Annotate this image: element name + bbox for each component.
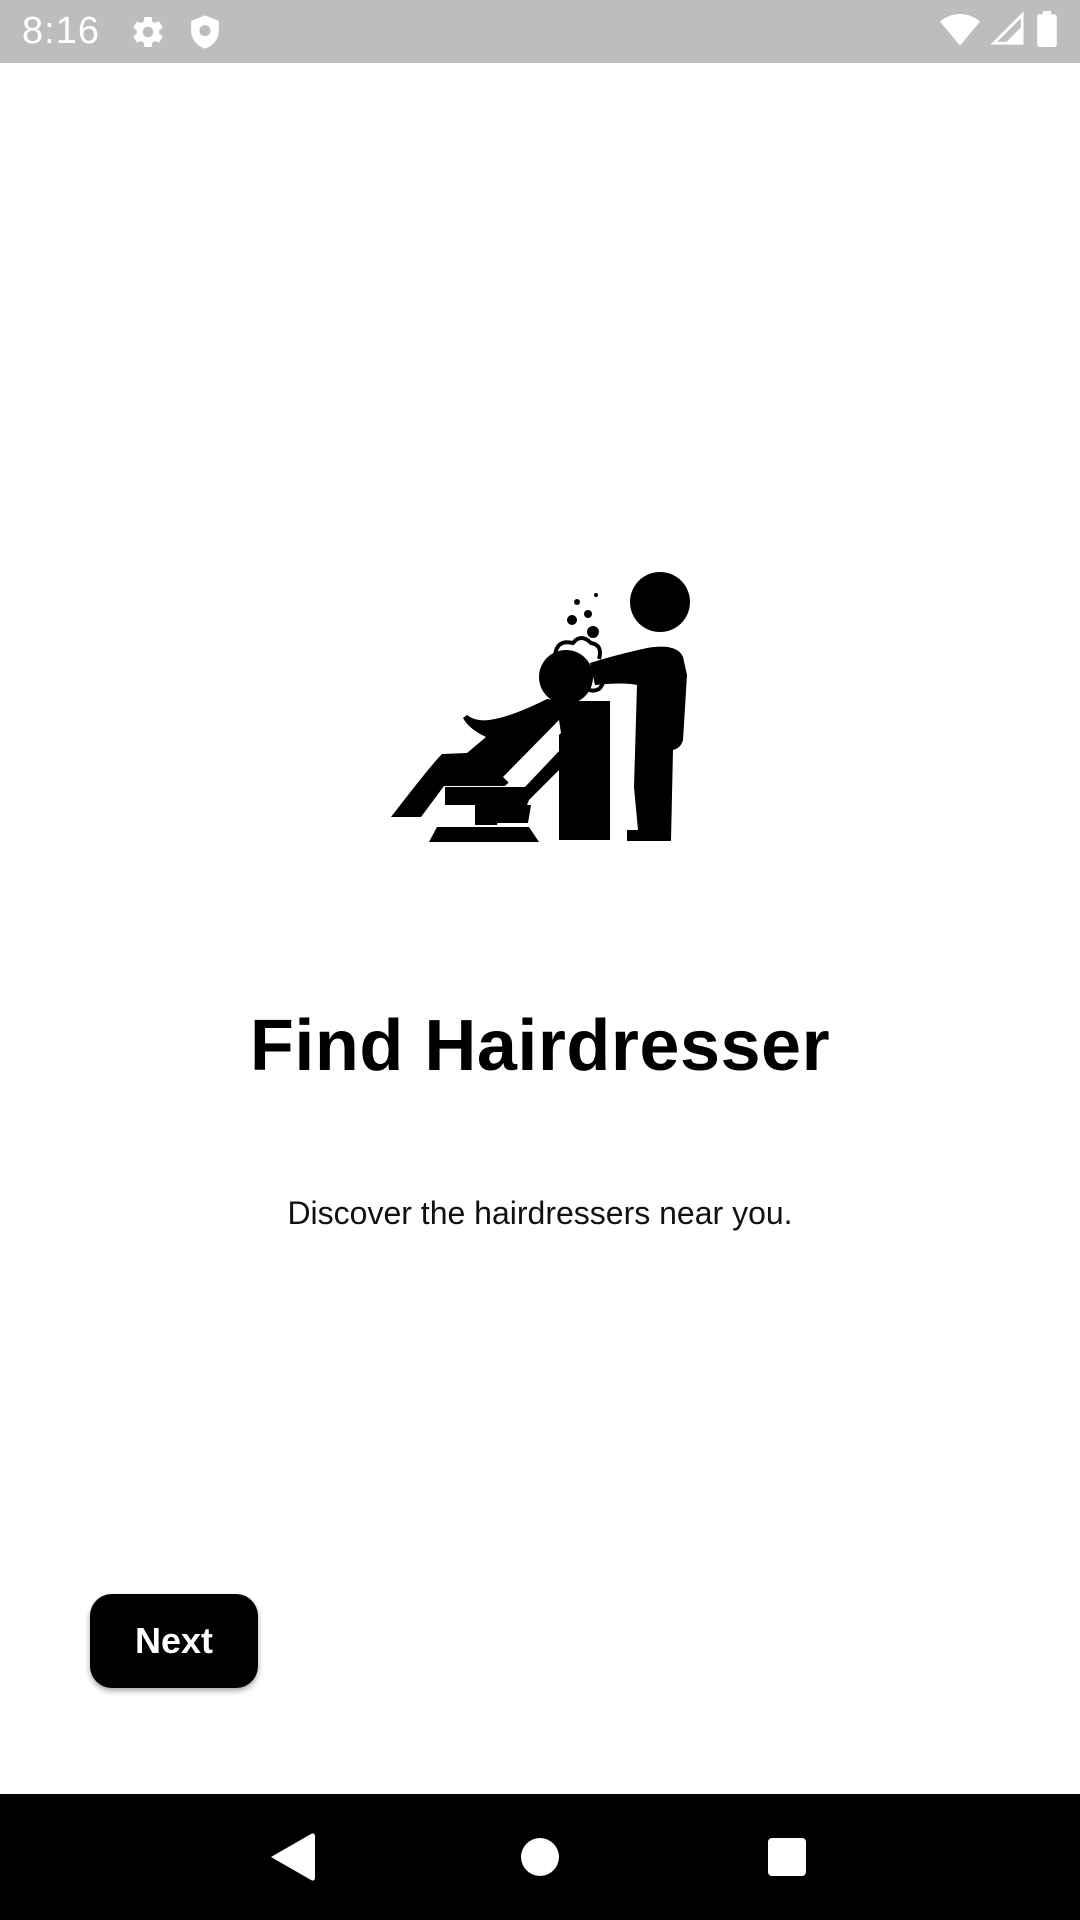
status-right-icons <box>940 11 1058 52</box>
shield-icon <box>188 14 222 50</box>
status-bar: 8:16 <box>0 0 1080 63</box>
signal-icon <box>990 11 1026 51</box>
back-icon[interactable] <box>263 1827 323 1887</box>
hairdresser-washing-hair-icon <box>385 565 695 850</box>
page-subtitle: Discover the hairdressers near you. <box>287 1195 793 1231</box>
next-button[interactable]: Next <box>90 1594 258 1688</box>
home-icon[interactable] <box>510 1827 570 1887</box>
gear-icon <box>130 14 166 50</box>
page-title: Find Hairdresser <box>249 1006 831 1086</box>
recents-icon[interactable] <box>757 1827 817 1887</box>
navigation-bar <box>0 1794 1080 1920</box>
onboarding-screen: 8:16 Find Hairdresser Discover the haird… <box>0 0 1080 1920</box>
status-time: 8:16 <box>22 10 100 52</box>
wifi-icon <box>940 12 980 51</box>
battery-icon <box>1036 11 1058 52</box>
